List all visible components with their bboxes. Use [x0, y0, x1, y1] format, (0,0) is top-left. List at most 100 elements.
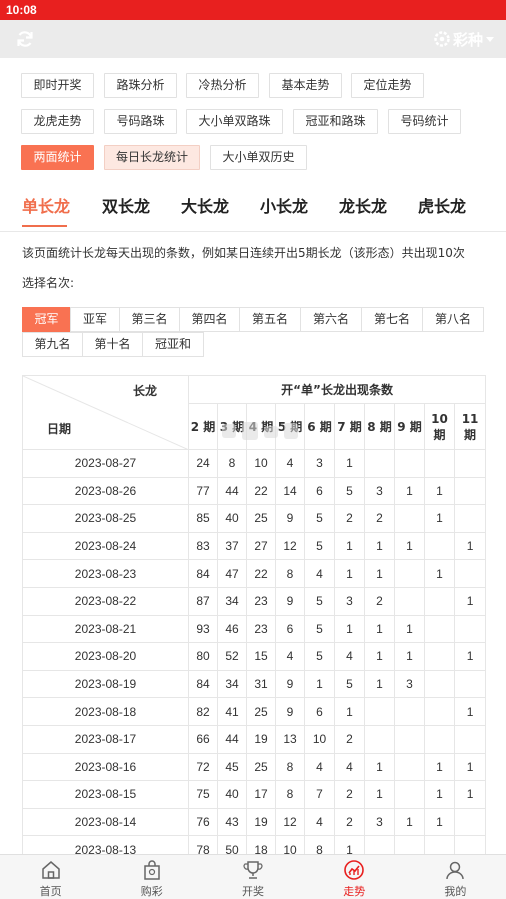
count-cell: 1: [453, 697, 487, 726]
tabbar-home[interactable]: 首页: [0, 855, 101, 899]
position-runner-up[interactable]: 亚军: [70, 307, 120, 332]
count-cell: 5: [304, 642, 335, 671]
count-cell: [424, 697, 455, 726]
row-date: 2023-08-23: [22, 559, 189, 588]
chip-size-parity-road[interactable]: 大小单双路珠: [186, 109, 283, 134]
count-cell: 44: [217, 476, 247, 506]
table-row: 2023-08-17 66 44 19 13 10 2: [22, 724, 487, 754]
count-cell: 24: [188, 449, 218, 478]
position-seventh[interactable]: 第七名: [361, 307, 423, 332]
position-fifth[interactable]: 第五名: [239, 307, 301, 332]
period-header: 8 期: [364, 403, 395, 450]
count-cell: 43: [217, 807, 247, 837]
tabbar-draw-label: 开奖: [242, 885, 264, 898]
tab-big-dragon[interactable]: 大长龙: [181, 196, 229, 218]
count-cell: 1: [453, 586, 487, 616]
count-cell: 1: [424, 559, 455, 588]
tabbar-buy-label: 购彩: [140, 885, 163, 898]
tabbar-draw[interactable]: 开奖: [202, 855, 303, 899]
count-cell: 85: [188, 504, 218, 533]
row-date: 2023-08-14: [22, 807, 189, 837]
count-cell: 2: [334, 724, 365, 754]
corner-diagonal: [23, 376, 187, 449]
count-cell: 10: [246, 449, 276, 478]
count-cell: [453, 614, 487, 644]
chip-hot-cold[interactable]: 冷热分析: [186, 73, 259, 98]
position-champion[interactable]: 冠军: [22, 307, 71, 332]
count-cell: 23: [246, 586, 276, 616]
count-cell: 1: [364, 559, 395, 588]
count-cell: 1: [364, 780, 395, 809]
trophy-icon: [243, 861, 263, 879]
chip-two-sided-stats[interactable]: 两面统计: [21, 145, 94, 170]
status-bar: 10:08: [0, 0, 506, 20]
chip-number-road[interactable]: 号码路珠: [104, 109, 177, 134]
table-row: 2023-08-20 80 52 15 4 5 4 1 1 1: [22, 642, 487, 671]
chip-dragon-tiger[interactable]: 龙虎走势: [21, 109, 94, 134]
position-third[interactable]: 第三名: [119, 307, 180, 332]
count-cell: 22: [246, 559, 276, 588]
count-cell: 80: [188, 642, 218, 671]
period-header: 10 期: [424, 403, 455, 450]
period-header: 5 期: [275, 403, 305, 450]
refresh-icon[interactable]: [15, 29, 35, 49]
count-cell: 1: [453, 780, 487, 809]
tab-tiger-dragon[interactable]: 虎长龙: [418, 196, 466, 218]
count-cell: 1: [394, 614, 425, 644]
count-cell: 2: [334, 780, 365, 809]
count-cell: 1: [334, 531, 365, 561]
position-ninth[interactable]: 第九名: [22, 332, 83, 357]
period-header: 3 期: [217, 403, 247, 450]
chip-road-analysis[interactable]: 路珠分析: [104, 73, 177, 98]
count-cell: 5: [304, 586, 335, 616]
row-date: 2023-08-27: [22, 449, 189, 478]
position-sixth[interactable]: 第六名: [300, 307, 362, 332]
position-eighth[interactable]: 第八名: [422, 307, 484, 332]
chip-number-stats[interactable]: 号码统计: [388, 109, 461, 134]
chip-position-trend[interactable]: 定位走势: [351, 73, 424, 98]
table-row: 2023-08-18 82 41 25 9 6 1 1: [22, 697, 487, 726]
tab-even-dragon[interactable]: 双长龙: [102, 196, 150, 218]
count-cell: 7: [304, 780, 335, 809]
count-cell: 87: [188, 586, 218, 616]
tab-dragon-dragon[interactable]: 龙长龙: [339, 196, 387, 218]
table-row: 2023-08-22 87 34 23 9 5 3 2 1: [22, 586, 487, 616]
count-cell: 17: [246, 780, 276, 809]
count-cell: 19: [246, 724, 276, 754]
lottery-selector[interactable]: 彩种: [434, 29, 494, 49]
count-cell: 4: [334, 642, 365, 671]
count-cell: 9: [275, 586, 305, 616]
row-date: 2023-08-22: [22, 586, 189, 616]
count-cell: 4: [304, 752, 335, 782]
tab-odd-dragon[interactable]: 单长龙: [22, 196, 70, 218]
count-cell: 14: [275, 476, 305, 506]
count-cell: [453, 669, 487, 699]
chip-size-parity-history[interactable]: 大小单双历史: [210, 145, 307, 170]
tabbar-mine[interactable]: 我的: [405, 855, 506, 899]
count-cell: 2: [364, 586, 395, 616]
row-date: 2023-08-25: [22, 504, 189, 533]
chip-daily-dragon-stats[interactable]: 每日长龙统计: [104, 145, 200, 170]
chip-instant-draw[interactable]: 即时开奖: [21, 73, 94, 98]
app-header: 彩种: [0, 20, 506, 58]
count-cell: 1: [334, 449, 365, 478]
count-cell: 77: [188, 476, 218, 506]
row-date: 2023-08-15: [22, 780, 189, 809]
chip-sum-road[interactable]: 冠亚和路珠: [293, 109, 378, 134]
tabbar-trend[interactable]: 走势: [304, 855, 405, 899]
count-cell: [394, 504, 425, 533]
table-row: 2023-08-21 93 46 23 6 5 1 1 1: [22, 614, 487, 644]
position-fourth[interactable]: 第四名: [179, 307, 240, 332]
count-cell: 1: [453, 642, 487, 671]
count-cell: 2: [364, 504, 395, 533]
count-cell: 82: [188, 697, 218, 726]
position-sum[interactable]: 冠亚和: [142, 332, 204, 357]
tab-divider: [0, 231, 506, 232]
count-cell: [364, 724, 395, 754]
tab-small-dragon[interactable]: 小长龙: [260, 196, 308, 218]
chip-basic-trend[interactable]: 基本走势: [269, 73, 342, 98]
count-cell: 4: [304, 559, 335, 588]
tabbar-buy[interactable]: 购彩: [101, 855, 202, 899]
position-tenth[interactable]: 第十名: [82, 332, 143, 357]
table-row: 2023-08-24 83 37 27 12 5 1 1 1 1: [22, 531, 487, 561]
